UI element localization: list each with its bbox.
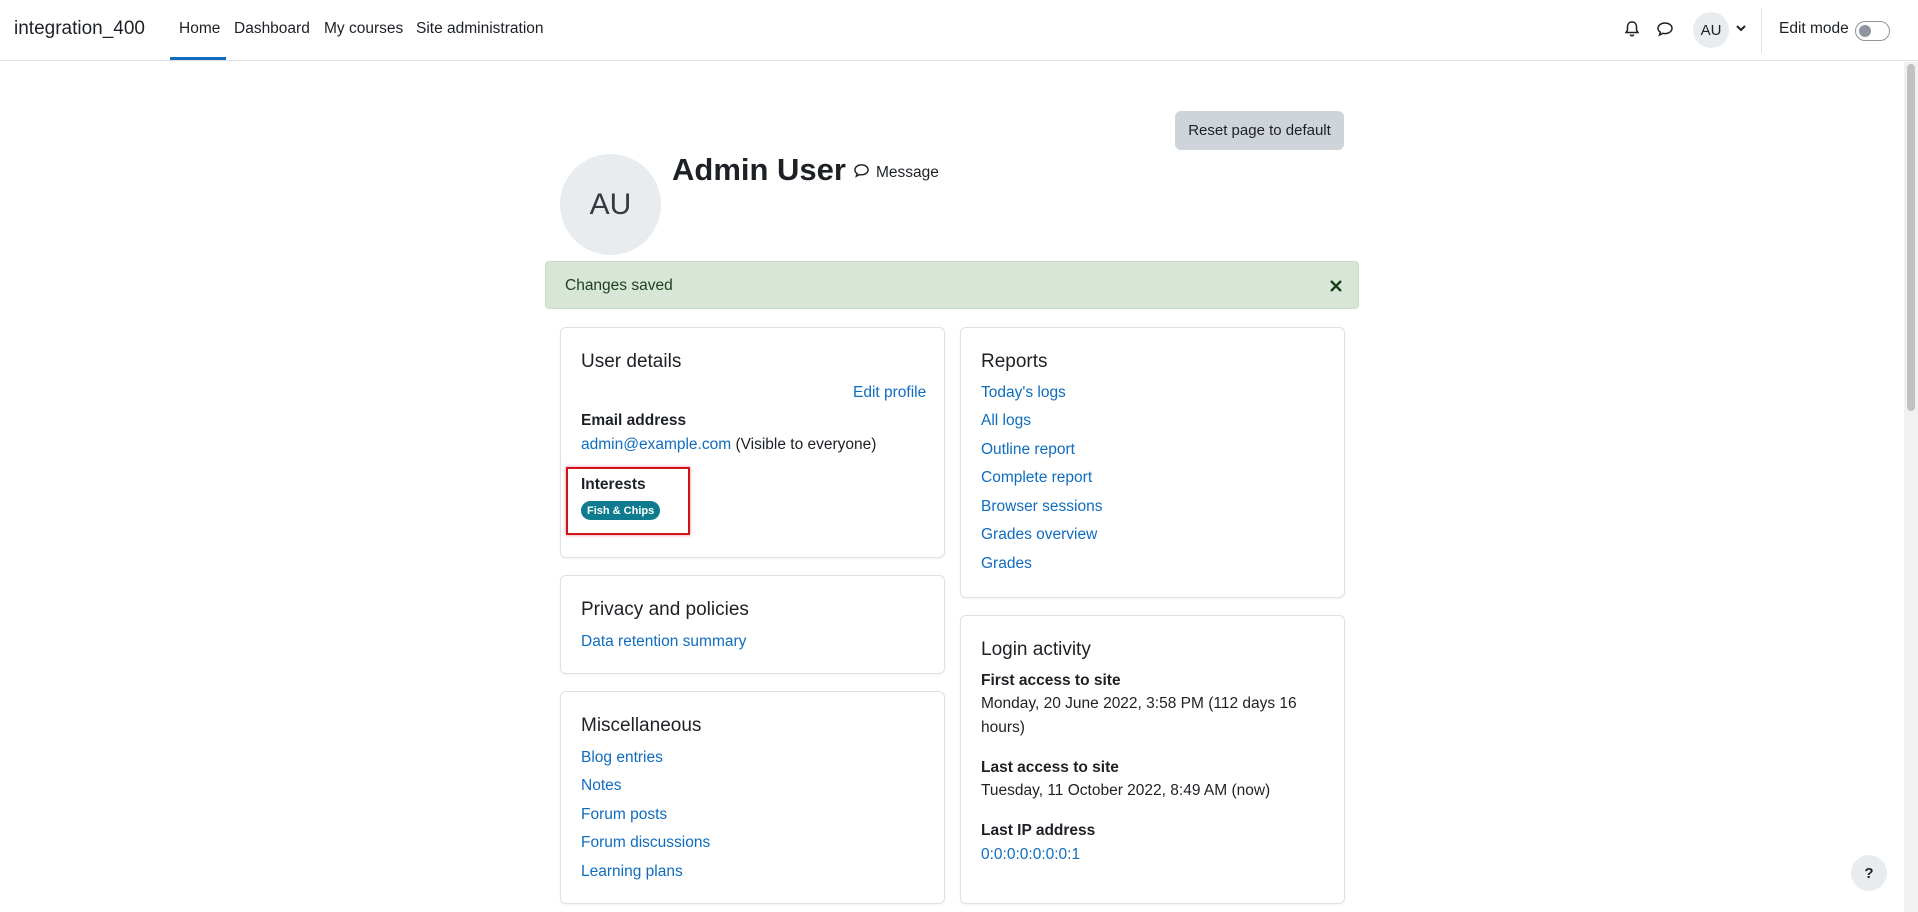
page-scrollbar[interactable] <box>1904 62 1918 912</box>
navbar-divider <box>1761 8 1762 53</box>
message-label: Message <box>876 164 939 181</box>
misc-link-forum-discussions[interactable]: Forum discussions <box>581 834 710 852</box>
misc-link-learning-plans[interactable]: Learning plans <box>581 863 683 881</box>
first-access-label: First access to site <box>981 672 1121 689</box>
first-access-value-line2: hours) <box>981 719 1025 736</box>
alert-text: Changes saved <box>565 277 673 294</box>
nav-dashboard[interactable]: Dashboard <box>234 20 310 38</box>
toggle-knob <box>1859 25 1871 37</box>
login-activity-card: Login activity First access to site Mond… <box>960 615 1345 904</box>
message-button[interactable]: Message <box>853 162 939 184</box>
report-link-outline-report[interactable]: Outline report <box>981 441 1075 459</box>
top-navbar: integration_400 Home Dashboard My course… <box>0 0 1918 61</box>
privacy-card: Privacy and policies Data retention summ… <box>560 575 945 674</box>
report-link-grades[interactable]: Grades <box>981 555 1032 573</box>
first-access-value-line1: Monday, 20 June 2022, 3:58 PM (112 days … <box>981 695 1297 712</box>
nav-home[interactable]: Home <box>179 20 220 38</box>
report-link-browser-sessions[interactable]: Browser sessions <box>981 498 1102 516</box>
message-icon <box>853 162 870 184</box>
user-details-title: User details <box>581 351 682 372</box>
edit-profile-link[interactable]: Edit profile <box>853 384 926 402</box>
reports-title: Reports <box>981 351 1048 372</box>
privacy-title: Privacy and policies <box>581 599 749 620</box>
email-visibility: (Visible to everyone) <box>735 436 877 453</box>
reports-card: Reports Today's logs All logs Outline re… <box>960 327 1345 598</box>
nav-site-administration[interactable]: Site administration <box>416 20 544 38</box>
user-menu-avatar[interactable]: AU <box>1693 12 1729 48</box>
report-link-grades-overview[interactable]: Grades overview <box>981 526 1097 544</box>
miscellaneous-card: Miscellaneous Blog entries Notes Forum p… <box>560 691 945 904</box>
active-nav-indicator <box>170 57 226 60</box>
page-title: Admin User <box>672 152 846 187</box>
login-activity-title: Login activity <box>981 639 1091 660</box>
reset-page-button[interactable]: Reset page to default <box>1175 111 1344 150</box>
last-ip-label: Last IP address <box>981 822 1096 839</box>
changes-saved-alert: Changes saved <box>545 261 1359 309</box>
edit-mode-toggle[interactable] <box>1855 21 1890 41</box>
misc-link-forum-posts[interactable]: Forum posts <box>581 806 667 824</box>
report-link-todays-logs[interactable]: Today's logs <box>981 384 1066 402</box>
last-ip-link[interactable]: 0:0:0:0:0:0:0:1 <box>981 846 1080 864</box>
edit-mode-label: Edit mode <box>1779 20 1849 37</box>
interest-tag[interactable]: Fish & Chips <box>581 501 661 520</box>
close-icon[interactable] <box>1324 274 1348 298</box>
email-label: Email address <box>581 412 687 429</box>
data-retention-link[interactable]: Data retention summary <box>581 633 746 651</box>
profile-avatar: AU <box>560 154 661 255</box>
scrollbar-thumb[interactable] <box>1907 64 1915 411</box>
email-link[interactable]: admin@example.com <box>581 436 731 453</box>
report-link-all-logs[interactable]: All logs <box>981 412 1031 430</box>
site-brand[interactable]: integration_400 <box>14 18 145 40</box>
last-access-value: Tuesday, 11 October 2022, 8:49 AM (now) <box>981 782 1271 799</box>
misc-link-blog-entries[interactable]: Blog entries <box>581 749 663 767</box>
miscellaneous-title: Miscellaneous <box>581 715 702 736</box>
messages-icon[interactable] <box>1653 17 1677 41</box>
notifications-bell-icon[interactable] <box>1620 17 1644 41</box>
report-link-complete-report[interactable]: Complete report <box>981 469 1092 487</box>
last-access-label: Last access to site <box>981 759 1119 776</box>
misc-link-notes[interactable]: Notes <box>581 777 622 795</box>
nav-my-courses[interactable]: My courses <box>324 20 403 38</box>
help-button[interactable]: ? <box>1851 855 1887 891</box>
chevron-down-icon[interactable] <box>1733 20 1749 36</box>
